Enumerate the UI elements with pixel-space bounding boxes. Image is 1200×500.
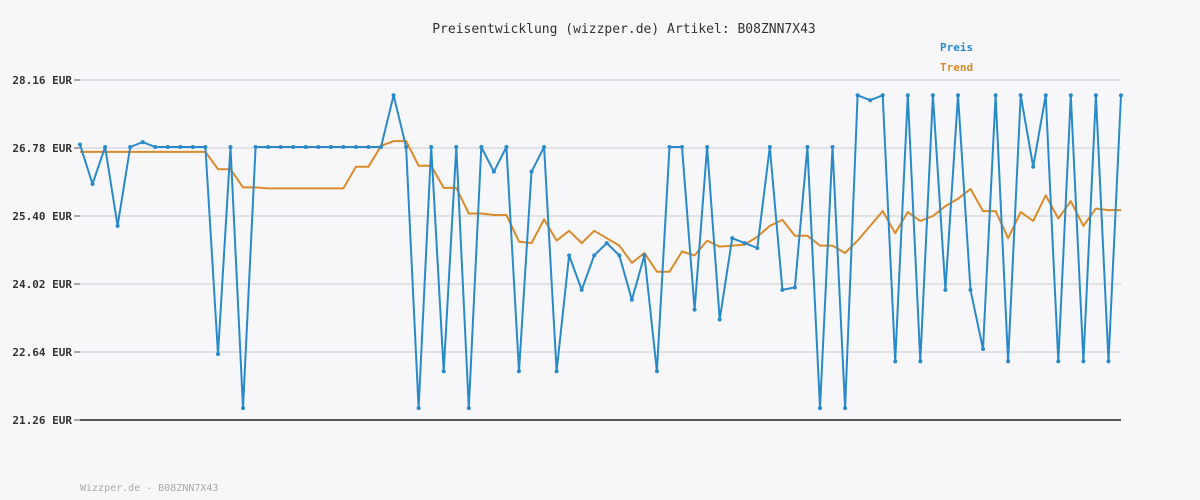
preis-point: [843, 406, 848, 411]
preis-point: [190, 145, 195, 150]
preis-point: [868, 98, 873, 103]
preis-point: [1018, 93, 1023, 98]
legend-preis: Preis: [940, 41, 973, 54]
preis-point: [1081, 359, 1086, 364]
y-tick-label: 24.02 EUR: [12, 278, 72, 291]
preis-point: [178, 145, 183, 150]
preis-point: [943, 287, 948, 292]
preis-point: [629, 297, 634, 302]
preis-point: [466, 406, 471, 411]
preis-point: [955, 93, 960, 98]
preis-point: [830, 145, 835, 150]
preis-point: [140, 140, 145, 145]
preis-point: [905, 93, 910, 98]
preis-point: [705, 145, 710, 150]
preis-point: [529, 169, 534, 174]
chart-footer: Wizzper.de - B08ZNN7X43: [80, 483, 218, 494]
preis-point: [328, 145, 333, 150]
preis-point: [617, 253, 622, 258]
preis-point: [103, 145, 108, 150]
preis-point: [90, 181, 95, 186]
preis-point: [642, 253, 647, 258]
preis-point: [491, 169, 496, 174]
y-tick-label: 25.40 EUR: [12, 210, 72, 223]
preis-point: [730, 236, 735, 241]
preis-point: [203, 145, 208, 150]
preis-point: [792, 285, 797, 290]
preis-point: [128, 145, 133, 150]
preis-point: [692, 307, 697, 312]
preis-point: [341, 145, 346, 150]
preis-point: [579, 287, 584, 292]
preis-point: [1056, 359, 1061, 364]
preis-point: [379, 145, 384, 150]
y-tick-label: 26.78 EUR: [12, 142, 72, 155]
preis-point: [742, 241, 747, 246]
preis-point: [241, 406, 246, 411]
preis-point: [441, 369, 446, 374]
preis-point: [1093, 93, 1098, 98]
preis-point: [592, 253, 597, 258]
preis-point: [567, 253, 572, 258]
preis-point: [1031, 164, 1036, 169]
preis-point: [780, 287, 785, 292]
preis-point: [993, 93, 998, 98]
preis-point: [454, 145, 459, 150]
legend-trend: Trend: [940, 61, 973, 74]
preis-point: [755, 246, 760, 251]
preis-point: [115, 223, 120, 228]
preis-point: [667, 145, 672, 150]
preis-point: [880, 93, 885, 98]
preis-point: [391, 93, 396, 98]
preis-point: [266, 145, 271, 150]
preis-point: [1006, 359, 1011, 364]
preis-point: [817, 406, 822, 411]
preis-point: [767, 145, 772, 150]
y-tick-label: 22.64 EUR: [12, 346, 72, 359]
preis-point: [968, 287, 973, 292]
preis-point: [303, 145, 308, 150]
preis-point: [479, 145, 484, 150]
preis-point: [805, 145, 810, 150]
preis-point: [654, 369, 659, 374]
preis-point: [429, 145, 434, 150]
preis-point: [215, 351, 220, 356]
preis-point: [554, 369, 559, 374]
y-tick-label: 28.16 EUR: [12, 74, 72, 87]
preis-point: [78, 142, 82, 147]
preis-point: [353, 145, 358, 150]
y-tick-label: 21.26 EUR: [12, 414, 72, 427]
preis-point: [1068, 93, 1073, 98]
preis-point: [930, 93, 935, 98]
preis-point: [1043, 93, 1048, 98]
preis-point: [893, 359, 898, 364]
preis-point: [291, 145, 296, 150]
preis-point: [981, 347, 986, 352]
preis-point: [918, 359, 923, 364]
preis-point: [680, 145, 685, 150]
preis-point: [228, 145, 233, 150]
preis-point: [278, 145, 283, 150]
preis-point: [604, 241, 609, 246]
preis-point: [1106, 359, 1111, 364]
preis-point: [366, 145, 371, 150]
preis-point: [165, 145, 170, 150]
preis-point: [855, 93, 860, 98]
chart-title: Preisentwicklung (wizzper.de) Artikel: B…: [432, 22, 816, 37]
preis-point: [404, 145, 409, 150]
preis-point: [516, 369, 521, 374]
preis-point: [717, 317, 722, 322]
preis-point: [1119, 93, 1123, 98]
series-line-preis: [79, 94, 1122, 410]
preis-point: [416, 406, 421, 411]
preis-point: [153, 145, 158, 150]
y-axis-ticks: 28.16 EUR 26.78 EUR 25.40 EUR 24.02 EUR 22.6…: [12, 74, 80, 427]
preis-point: [542, 145, 547, 150]
series-layer: [78, 93, 1123, 411]
preis-point: [316, 145, 321, 150]
preis-point: [253, 145, 258, 150]
price-chart: Preisentwicklung (wizzper.de) Artikel: B…: [12, 22, 1123, 494]
preis-point: [504, 145, 509, 150]
